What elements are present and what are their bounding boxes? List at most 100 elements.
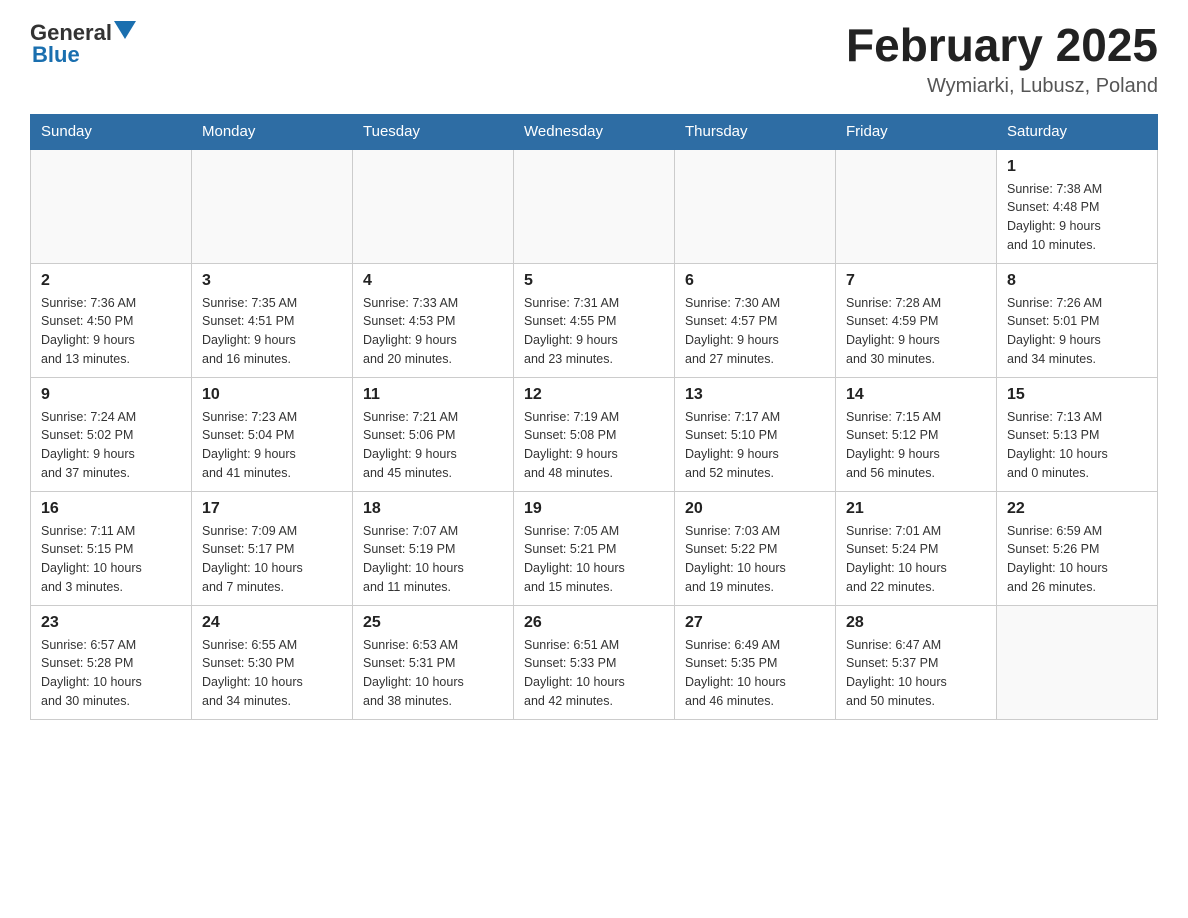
calendar-cell: 9 Sunrise: 7:24 AMSunset: 5:02 PMDaylight…: [31, 377, 192, 491]
calendar-cell: 20 Sunrise: 7:03 AMSunset: 5:22 PMDayligh…: [675, 491, 836, 605]
day-number: 2: [41, 272, 181, 290]
calendar-cell: [836, 149, 997, 264]
month-title: February 2025: [846, 20, 1158, 71]
day-number: 13: [685, 386, 825, 404]
calendar-cell: 19 Sunrise: 7:05 AMSunset: 5:21 PMDayligh…: [514, 491, 675, 605]
day-info: Sunrise: 6:51 AMSunset: 5:33 PMDaylight:…: [524, 636, 664, 711]
calendar-cell: 1 Sunrise: 7:38 AMSunset: 4:48 PMDaylight…: [997, 149, 1158, 264]
calendar-cell: 2 Sunrise: 7:36 AMSunset: 4:50 PMDaylight…: [31, 263, 192, 377]
day-number: 22: [1007, 500, 1147, 518]
calendar-header-friday: Friday: [836, 114, 997, 149]
calendar-cell: 10 Sunrise: 7:23 AMSunset: 5:04 PMDayligh…: [192, 377, 353, 491]
day-number: 27: [685, 614, 825, 632]
day-number: 21: [846, 500, 986, 518]
calendar-cell: 18 Sunrise: 7:07 AMSunset: 5:19 PMDayligh…: [353, 491, 514, 605]
day-number: 23: [41, 614, 181, 632]
day-number: 28: [846, 614, 986, 632]
calendar-week-row: 1 Sunrise: 7:38 AMSunset: 4:48 PMDaylight…: [31, 149, 1158, 264]
day-number: 6: [685, 272, 825, 290]
calendar-cell: [997, 605, 1158, 719]
calendar-header-thursday: Thursday: [675, 114, 836, 149]
calendar-cell: 25 Sunrise: 6:53 AMSunset: 5:31 PMDayligh…: [353, 605, 514, 719]
title-block: February 2025 Wymiarki, Lubusz, Poland: [846, 20, 1158, 98]
calendar-cell: 17Sunrise: 7:09 AMSunset: 5:17 PMDayligh…: [192, 491, 353, 605]
calendar-cell: [675, 149, 836, 264]
logo: General Blue: [30, 20, 136, 68]
calendar-cell: [514, 149, 675, 264]
calendar-cell: 3Sunrise: 7:35 AMSunset: 4:51 PMDaylight…: [192, 263, 353, 377]
day-info: Sunrise: 7:07 AMSunset: 5:19 PMDaylight:…: [363, 522, 503, 597]
day-info: Sunrise: 7:23 AMSunset: 5:04 PMDaylight:…: [202, 408, 342, 483]
logo-arrow-icon: [114, 21, 136, 43]
day-info: Sunrise: 6:59 AMSunset: 5:26 PMDaylight:…: [1007, 522, 1147, 597]
location-title: Wymiarki, Lubusz, Poland: [846, 75, 1158, 98]
day-info: Sunrise: 7:24 AMSunset: 5:02 PMDaylight:…: [41, 408, 181, 483]
calendar-header-sunday: Sunday: [31, 114, 192, 149]
calendar-cell: 8 Sunrise: 7:26 AMSunset: 5:01 PMDaylight…: [997, 263, 1158, 377]
calendar-cell: 4Sunrise: 7:33 AMSunset: 4:53 PMDaylight…: [353, 263, 514, 377]
day-info: Sunrise: 7:03 AMSunset: 5:22 PMDaylight:…: [685, 522, 825, 597]
day-number: 5: [524, 272, 664, 290]
calendar-cell: 21 Sunrise: 7:01 AMSunset: 5:24 PMDayligh…: [836, 491, 997, 605]
day-info: Sunrise: 6:57 AMSunset: 5:28 PMDaylight:…: [41, 636, 181, 711]
day-number: 1: [1007, 158, 1147, 176]
day-number: 8: [1007, 272, 1147, 290]
calendar-header-monday: Monday: [192, 114, 353, 149]
day-info: Sunrise: 7:11 AMSunset: 5:15 PMDaylight:…: [41, 522, 181, 597]
calendar-cell: 24Sunrise: 6:55 AMSunset: 5:30 PMDayligh…: [192, 605, 353, 719]
day-info: Sunrise: 7:01 AMSunset: 5:24 PMDaylight:…: [846, 522, 986, 597]
day-info: Sunrise: 7:30 AMSunset: 4:57 PMDaylight:…: [685, 294, 825, 369]
calendar-cell: 26 Sunrise: 6:51 AMSunset: 5:33 PMDayligh…: [514, 605, 675, 719]
day-number: 11: [363, 386, 503, 404]
calendar-cell: 28 Sunrise: 6:47 AMSunset: 5:37 PMDayligh…: [836, 605, 997, 719]
day-info: Sunrise: 6:49 AMSunset: 5:35 PMDaylight:…: [685, 636, 825, 711]
day-number: 18: [363, 500, 503, 518]
day-number: 19: [524, 500, 664, 518]
day-number: 7: [846, 272, 986, 290]
day-number: 4: [363, 272, 503, 290]
day-info: Sunrise: 7:26 AMSunset: 5:01 PMDaylight:…: [1007, 294, 1147, 369]
day-info: Sunrise: 7:35 AMSunset: 4:51 PMDaylight:…: [202, 294, 342, 369]
day-info: Sunrise: 7:05 AMSunset: 5:21 PMDaylight:…: [524, 522, 664, 597]
page-header: General Blue February 2025 Wymiarki, Lub…: [30, 20, 1158, 98]
day-number: 12: [524, 386, 664, 404]
calendar-week-row: 16 Sunrise: 7:11 AMSunset: 5:15 PMDayligh…: [31, 491, 1158, 605]
calendar-header-saturday: Saturday: [997, 114, 1158, 149]
day-number: 10: [202, 386, 342, 404]
calendar-cell: 22 Sunrise: 6:59 AMSunset: 5:26 PMDayligh…: [997, 491, 1158, 605]
day-info: Sunrise: 7:31 AMSunset: 4:55 PMDaylight:…: [524, 294, 664, 369]
day-info: Sunrise: 6:47 AMSunset: 5:37 PMDaylight:…: [846, 636, 986, 711]
day-number: 15: [1007, 386, 1147, 404]
calendar-cell: 27 Sunrise: 6:49 AMSunset: 5:35 PMDayligh…: [675, 605, 836, 719]
calendar-week-row: 23 Sunrise: 6:57 AMSunset: 5:28 PMDayligh…: [31, 605, 1158, 719]
day-info: Sunrise: 7:28 AMSunset: 4:59 PMDaylight:…: [846, 294, 986, 369]
day-info: Sunrise: 6:53 AMSunset: 5:31 PMDaylight:…: [363, 636, 503, 711]
calendar-header-row: SundayMondayTuesdayWednesdayThursdayFrid…: [31, 114, 1158, 149]
day-number: 20: [685, 500, 825, 518]
day-number: 16: [41, 500, 181, 518]
calendar-table: SundayMondayTuesdayWednesdayThursdayFrid…: [30, 114, 1158, 720]
calendar-cell: [192, 149, 353, 264]
day-info: Sunrise: 7:36 AMSunset: 4:50 PMDaylight:…: [41, 294, 181, 369]
day-number: 14: [846, 386, 986, 404]
day-number: 25: [363, 614, 503, 632]
day-number: 26: [524, 614, 664, 632]
calendar-cell: 5 Sunrise: 7:31 AMSunset: 4:55 PMDaylight…: [514, 263, 675, 377]
calendar-cell: 11Sunrise: 7:21 AMSunset: 5:06 PMDayligh…: [353, 377, 514, 491]
calendar-cell: [353, 149, 514, 264]
calendar-week-row: 9 Sunrise: 7:24 AMSunset: 5:02 PMDaylight…: [31, 377, 1158, 491]
calendar-week-row: 2 Sunrise: 7:36 AMSunset: 4:50 PMDaylight…: [31, 263, 1158, 377]
calendar-cell: 6 Sunrise: 7:30 AMSunset: 4:57 PMDaylight…: [675, 263, 836, 377]
day-number: 9: [41, 386, 181, 404]
day-info: Sunrise: 7:15 AMSunset: 5:12 PMDaylight:…: [846, 408, 986, 483]
calendar-cell: 15 Sunrise: 7:13 AMSunset: 5:13 PMDayligh…: [997, 377, 1158, 491]
calendar-cell: 12Sunrise: 7:19 AMSunset: 5:08 PMDayligh…: [514, 377, 675, 491]
day-info: Sunrise: 7:17 AMSunset: 5:10 PMDaylight:…: [685, 408, 825, 483]
calendar-cell: 13 Sunrise: 7:17 AMSunset: 5:10 PMDayligh…: [675, 377, 836, 491]
day-number: 17: [202, 500, 342, 518]
day-info: Sunrise: 7:38 AMSunset: 4:48 PMDaylight:…: [1007, 180, 1147, 255]
day-info: Sunrise: 6:55 AMSunset: 5:30 PMDaylight:…: [202, 636, 342, 711]
calendar-header-wednesday: Wednesday: [514, 114, 675, 149]
day-info: Sunrise: 7:13 AMSunset: 5:13 PMDaylight:…: [1007, 408, 1147, 483]
calendar-cell: 14 Sunrise: 7:15 AMSunset: 5:12 PMDayligh…: [836, 377, 997, 491]
